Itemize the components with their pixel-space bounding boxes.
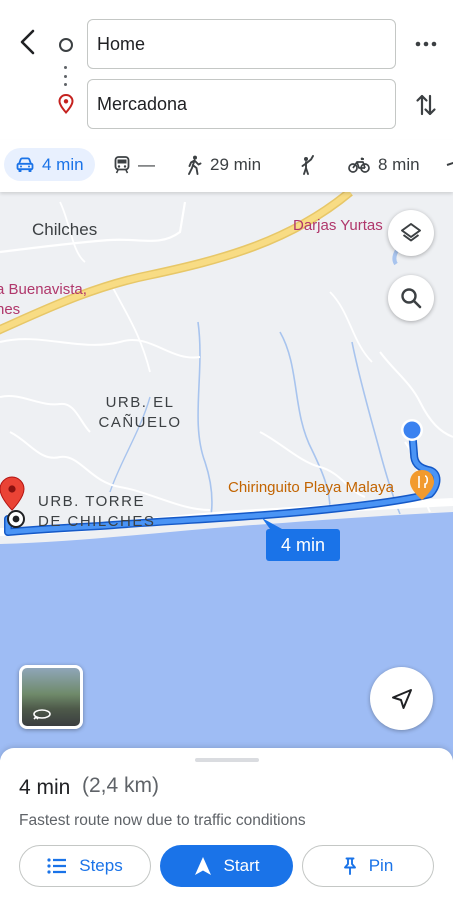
mode-walking-label: 29 min bbox=[210, 154, 262, 174]
map-label-chiringuito[interactable]: Chiringuito Playa Malaya bbox=[228, 479, 394, 496]
route-summary-sheet: 4 min (2,4 km) Fastest route now due to … bbox=[0, 748, 453, 900]
steps-label: Steps bbox=[79, 856, 123, 875]
layers-icon bbox=[401, 223, 421, 242]
steps-button[interactable]: Steps bbox=[19, 845, 151, 887]
origin-circle-icon bbox=[59, 38, 73, 52]
walk-icon bbox=[188, 155, 202, 175]
list-icon bbox=[47, 858, 67, 874]
map-label-buenavista[interactable]: a Buenavista, hes bbox=[0, 280, 87, 320]
mode-driving[interactable]: 4 min bbox=[4, 148, 95, 181]
map-label-buenavista-line1: a Buenavista, bbox=[0, 281, 87, 298]
destination-input[interactable]: Mercadona bbox=[87, 79, 396, 129]
more-horizontal-icon bbox=[415, 41, 437, 47]
map-label-darjas-yurtas[interactable]: Darjas Yurtas bbox=[293, 217, 383, 234]
layers-button[interactable] bbox=[388, 210, 434, 256]
pin-button[interactable]: Pin bbox=[302, 845, 434, 887]
mode-driving-label: 4 min bbox=[42, 154, 84, 174]
more-options-button[interactable] bbox=[412, 32, 440, 56]
map-label-torre-line1: URB. TORRE bbox=[38, 493, 145, 510]
route-duration-badge[interactable]: 4 min bbox=[266, 529, 340, 561]
pin-icon bbox=[343, 857, 356, 875]
start-navigation-button[interactable]: Start bbox=[160, 845, 293, 887]
map-label-urb-torre-de-chilches: URB. TORRE DE CHILCHES bbox=[38, 492, 155, 532]
route-eta: 4 min bbox=[19, 776, 71, 799]
mode-ride[interactable] bbox=[298, 148, 324, 181]
swap-button[interactable] bbox=[412, 90, 440, 120]
map-label-canuelo-line2: CAÑUELO bbox=[98, 414, 182, 431]
swap-vertical-icon bbox=[416, 94, 436, 116]
hail-icon bbox=[301, 154, 314, 175]
destination-pin-icon bbox=[58, 94, 74, 114]
mode-cycling[interactable]: 8 min bbox=[348, 148, 420, 181]
mode-flight[interactable] bbox=[446, 148, 453, 181]
street-view-thumbnail[interactable] bbox=[19, 665, 83, 729]
back-button[interactable] bbox=[12, 26, 42, 58]
sheet-drag-handle[interactable] bbox=[195, 758, 259, 762]
search-along-route-button[interactable] bbox=[388, 275, 434, 321]
route-summary-text: Fastest route now due to traffic conditi… bbox=[19, 812, 306, 829]
map-label-canuelo-line1: URB. EL bbox=[105, 394, 175, 411]
travel-mode-bar: 4 min — 29 min 8 min bbox=[0, 140, 453, 192]
recenter-button[interactable] bbox=[370, 667, 433, 730]
plane-icon bbox=[446, 161, 453, 166]
origin-input[interactable]: Home bbox=[87, 19, 396, 69]
route-dots-icon bbox=[64, 66, 68, 86]
route-distance: (2,4 km) bbox=[82, 774, 160, 797]
navigation-arrow-icon bbox=[391, 688, 412, 709]
back-arrow-icon bbox=[20, 29, 35, 55]
map-view[interactable]: Chilches Darjas Yurtas a Buenavista, hes… bbox=[0, 192, 453, 760]
car-icon bbox=[16, 157, 34, 172]
train-icon bbox=[114, 155, 130, 173]
mode-transit[interactable]: — bbox=[114, 148, 155, 181]
mode-walking[interactable]: 29 min bbox=[186, 148, 261, 181]
map-label-torre-line2: DE CHILCHES bbox=[38, 513, 156, 530]
map-label-buenavista-line2: hes bbox=[0, 301, 21, 318]
search-icon bbox=[401, 288, 422, 309]
map-label-urb-el-canuelo: URB. EL CAÑUELO bbox=[98, 393, 182, 433]
mode-transit-label: — bbox=[138, 154, 155, 174]
rotate-360-icon bbox=[33, 709, 51, 720]
mode-cycling-label: 8 min bbox=[378, 154, 420, 174]
pin-label: Pin bbox=[368, 856, 394, 875]
directions-header: Home Mercadona bbox=[0, 0, 453, 140]
bike-icon bbox=[348, 157, 370, 173]
map-label-chilches: Chilches bbox=[32, 220, 98, 239]
start-label: Start bbox=[223, 856, 260, 875]
navigation-icon bbox=[194, 857, 211, 875]
